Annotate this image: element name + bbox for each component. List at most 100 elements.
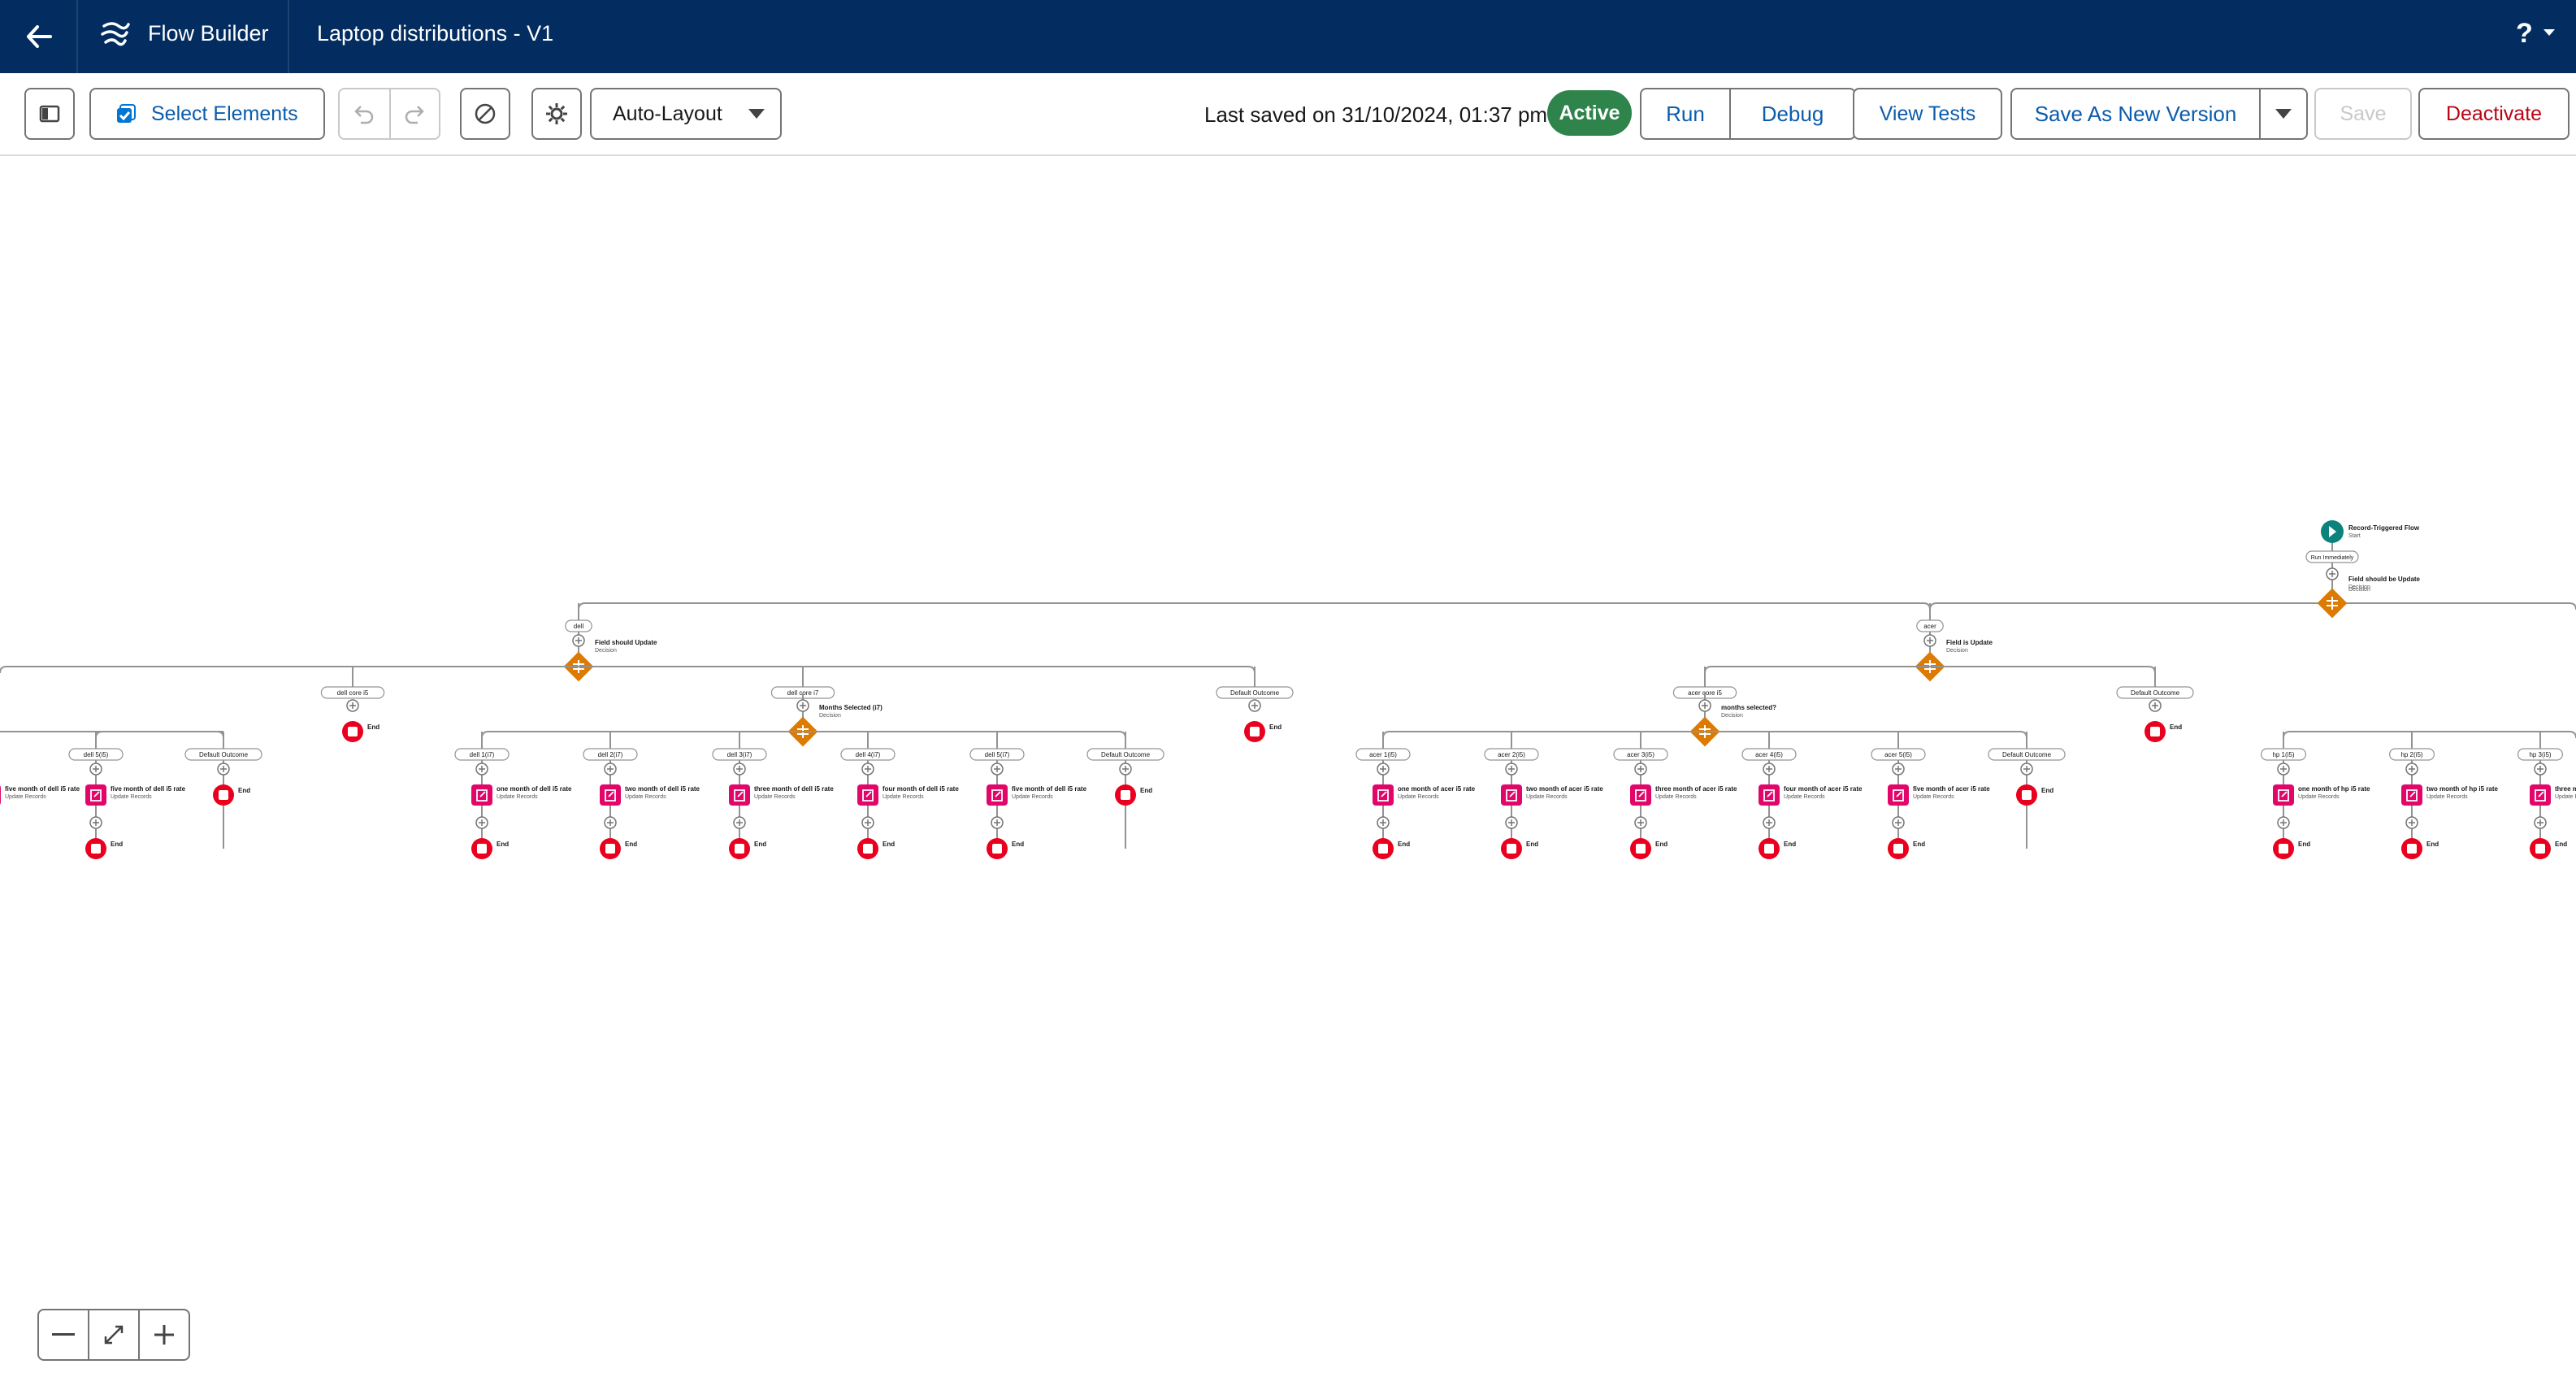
add-element-button[interactable] xyxy=(475,762,488,776)
update-records-node[interactable] xyxy=(1759,784,1780,806)
update-records-node[interactable] xyxy=(2401,784,2422,806)
add-element-button[interactable] xyxy=(604,762,617,776)
add-element-button[interactable] xyxy=(2534,762,2547,776)
end-node[interactable] xyxy=(2144,721,2166,742)
add-element-button[interactable] xyxy=(1763,762,1776,776)
zoom-in-button[interactable] xyxy=(138,1310,189,1359)
layout-mode-select[interactable]: Auto-Layout xyxy=(590,88,782,140)
end-node[interactable] xyxy=(2530,838,2551,859)
help-icon[interactable]: ? xyxy=(2516,18,2533,50)
end-node[interactable] xyxy=(857,838,878,859)
add-element-button[interactable] xyxy=(1119,762,1132,776)
end-node[interactable] xyxy=(342,721,363,742)
end-node[interactable] xyxy=(213,784,234,806)
add-element-button[interactable] xyxy=(1698,699,1711,712)
add-element-button[interactable] xyxy=(2405,816,2418,829)
end-node[interactable] xyxy=(2273,838,2294,859)
add-element-button[interactable] xyxy=(991,816,1004,829)
add-element-button[interactable] xyxy=(2277,762,2290,776)
add-element-button[interactable] xyxy=(1377,816,1390,829)
add-element-button[interactable] xyxy=(1248,699,1261,712)
add-element-button[interactable] xyxy=(217,762,230,776)
back-button[interactable] xyxy=(16,15,62,59)
add-element-button[interactable] xyxy=(2149,699,2162,712)
save-options-menu-button[interactable] xyxy=(2259,89,2306,138)
end-node[interactable] xyxy=(1501,838,1522,859)
add-element-button[interactable] xyxy=(861,816,874,829)
update-records-node[interactable] xyxy=(729,784,750,806)
settings-button[interactable] xyxy=(531,88,582,140)
end-node[interactable] xyxy=(85,838,106,859)
add-element-button[interactable] xyxy=(1892,762,1905,776)
add-element-button[interactable] xyxy=(861,762,874,776)
add-element-button[interactable] xyxy=(2277,816,2290,829)
end-node[interactable] xyxy=(987,838,1008,859)
outcome-label: dell 2(i7) xyxy=(598,751,623,758)
decision-node[interactable] xyxy=(2317,588,2348,619)
start-node[interactable] xyxy=(2321,520,2344,543)
add-element-button[interactable] xyxy=(604,816,617,829)
branch-connector xyxy=(578,602,1931,610)
update-records-node[interactable] xyxy=(1373,784,1394,806)
end-node[interactable] xyxy=(600,838,621,859)
end-node[interactable] xyxy=(2401,838,2422,859)
undo-button[interactable] xyxy=(340,89,389,138)
update-records-node[interactable] xyxy=(85,784,106,806)
end-node[interactable] xyxy=(1630,838,1651,859)
select-elements-button[interactable]: Select Elements xyxy=(89,88,325,140)
update-records-node[interactable] xyxy=(987,784,1008,806)
add-element-button[interactable] xyxy=(2020,762,2033,776)
add-element-button[interactable] xyxy=(89,762,102,776)
add-element-button[interactable] xyxy=(796,699,809,712)
end-node[interactable] xyxy=(2016,784,2037,806)
debug-button[interactable]: Debug xyxy=(1729,89,1854,138)
update-records-node[interactable] xyxy=(471,784,492,806)
update-records-node[interactable] xyxy=(2530,784,2551,806)
add-element-button[interactable] xyxy=(1634,762,1647,776)
update-records-node[interactable] xyxy=(1888,784,1909,806)
run-button[interactable]: Run xyxy=(1641,89,1729,138)
zoom-out-button[interactable] xyxy=(39,1310,88,1359)
add-element-button[interactable] xyxy=(2405,762,2418,776)
add-element-button[interactable] xyxy=(991,762,1004,776)
deactivate-button[interactable]: Deactivate xyxy=(2418,88,2569,140)
add-element-button[interactable] xyxy=(475,816,488,829)
add-element-button[interactable] xyxy=(2326,567,2339,580)
add-element-button[interactable] xyxy=(1505,816,1518,829)
end-node[interactable] xyxy=(729,838,750,859)
view-tests-button[interactable]: View Tests xyxy=(1853,88,2002,140)
add-element-button[interactable] xyxy=(1634,816,1647,829)
redo-button[interactable] xyxy=(388,89,439,138)
add-element-button[interactable] xyxy=(1923,634,1936,647)
add-element-button[interactable] xyxy=(733,816,746,829)
update-records-node[interactable] xyxy=(1501,784,1522,806)
add-element-button[interactable] xyxy=(1892,816,1905,829)
add-element-button[interactable] xyxy=(733,762,746,776)
add-element-button[interactable] xyxy=(572,634,585,647)
toggle-panel-button[interactable] xyxy=(24,88,75,140)
add-element-button[interactable] xyxy=(1763,816,1776,829)
chevron-down-icon[interactable] xyxy=(2543,29,2555,36)
end-node[interactable] xyxy=(1759,838,1780,859)
flow-canvas[interactable]: Record-Triggered Flow Start Run Immediatel… xyxy=(0,156,2576,1395)
update-records-node[interactable] xyxy=(857,784,878,806)
end-node[interactable] xyxy=(1373,838,1394,859)
outcome-label: acer 3(i5) xyxy=(1627,751,1654,758)
add-element-button[interactable] xyxy=(346,699,359,712)
update-records-node[interactable] xyxy=(1630,784,1651,806)
end-node[interactable] xyxy=(1244,721,1265,742)
error-check-button[interactable] xyxy=(460,88,510,140)
add-element-button[interactable] xyxy=(89,816,102,829)
update-records-node[interactable] xyxy=(600,784,621,806)
end-node[interactable] xyxy=(1115,784,1136,806)
update-records-node[interactable] xyxy=(0,784,1,806)
add-element-button[interactable] xyxy=(2534,816,2547,829)
add-element-button[interactable] xyxy=(1377,762,1390,776)
add-element-button[interactable] xyxy=(1505,762,1518,776)
save-button[interactable]: Save xyxy=(2314,88,2412,140)
save-as-new-version-button[interactable]: Save As New Version xyxy=(2012,89,2259,138)
end-node[interactable] xyxy=(1888,838,1909,859)
update-records-node[interactable] xyxy=(2273,784,2294,806)
fit-view-button[interactable] xyxy=(88,1310,138,1359)
end-node[interactable] xyxy=(471,838,492,859)
